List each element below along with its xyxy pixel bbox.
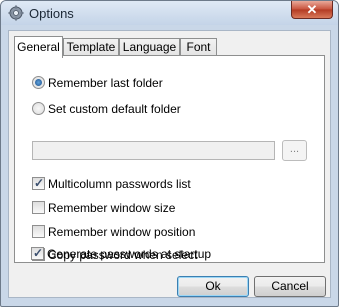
- close-icon: ✕: [306, 2, 318, 17]
- tab-general[interactable]: General: [14, 36, 63, 58]
- tab-font[interactable]: Font: [180, 38, 217, 56]
- cancel-button[interactable]: Cancel: [254, 276, 326, 297]
- multicolumn-passwords-list-label: Multicolumn passwords list: [48, 177, 191, 191]
- browse-folder-button[interactable]: ...: [282, 140, 307, 161]
- checkbox: ✓: [32, 176, 45, 190]
- remember-window-position-label: Remember window position: [48, 225, 196, 239]
- checkbox: [32, 201, 45, 214]
- gear-icon: [8, 5, 24, 21]
- remember-window-size-label: Remember window size: [48, 201, 176, 215]
- checkbox: ✓: [31, 246, 44, 260]
- radio-button: [32, 76, 45, 89]
- general-tab-panel: Remember last folder Set custom default …: [14, 55, 325, 263]
- checkmark-icon: ✓: [34, 176, 45, 190]
- checkbox: [32, 225, 45, 238]
- radio-selected-dot: [35, 79, 42, 86]
- window-title: Options: [29, 6, 74, 21]
- radio-button: [32, 102, 45, 115]
- tab-template[interactable]: Template: [63, 38, 119, 56]
- set-custom-default-folder-label: Set custom default folder: [48, 102, 181, 116]
- title-bar[interactable]: Options ✕: [1, 1, 338, 25]
- tab-language[interactable]: Language: [119, 38, 180, 56]
- checkmark-icon: ✓: [33, 246, 44, 260]
- dialog-client-area: General Template Language Font Remember …: [8, 30, 331, 298]
- remember-last-folder-label: Remember last folder: [48, 76, 163, 90]
- generate-passwords-at-startup-label: Generate passwords at startup: [47, 247, 212, 261]
- close-button[interactable]: ✕: [291, 1, 333, 19]
- ok-button[interactable]: Ok: [177, 276, 249, 297]
- options-dialog: Options ✕ General Template Language Font…: [0, 0, 339, 307]
- custom-folder-field[interactable]: [32, 141, 275, 160]
